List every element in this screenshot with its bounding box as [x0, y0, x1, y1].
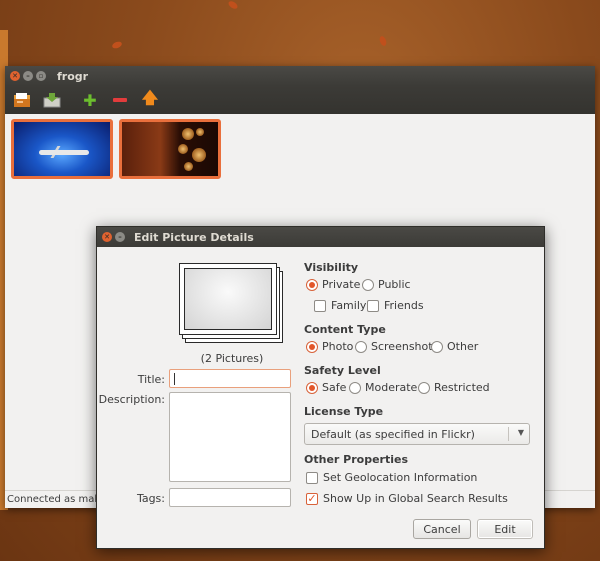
maximize-icon[interactable]: ▫: [36, 71, 46, 81]
close-icon[interactable]: ✕: [10, 71, 20, 81]
window-title: frogr: [57, 69, 89, 83]
description-textarea[interactable]: [169, 392, 291, 482]
upload-icon[interactable]: [41, 89, 63, 111]
arrow-up-icon[interactable]: 🡅: [139, 88, 161, 111]
safety-restricted-radio[interactable]: Restricted: [418, 381, 490, 394]
radio-selected-icon: [306, 278, 318, 291]
global-search-checkbox[interactable]: Show Up in Global Search Results: [306, 492, 508, 505]
radio-icon: [362, 278, 374, 291]
picture-thumbnails: [11, 119, 227, 179]
title-field[interactable]: [169, 369, 291, 388]
safety-level-heading: Safety Level: [304, 364, 381, 377]
content-type-heading: Content Type: [304, 323, 386, 336]
license-type-dropdown[interactable]: Default (as specified in Flickr) ▼: [304, 423, 530, 445]
content-other-radio[interactable]: Other: [431, 340, 478, 353]
chevron-down-icon: ▼: [517, 428, 524, 437]
wallpaper-leaf: [378, 35, 388, 47]
license-type-heading: License Type: [304, 405, 384, 418]
content-screenshot-radio[interactable]: Screenshot: [355, 340, 433, 353]
frogr-toolbar: ✚ 🡅: [5, 86, 595, 114]
pictures-count-label: (2 Pictures): [200, 352, 264, 365]
frogr-titlebar[interactable]: ✕ – ▫ frogr: [5, 66, 595, 86]
checkbox-icon: [306, 471, 318, 484]
radio-selected-icon: [306, 340, 318, 353]
radio-icon: [349, 381, 361, 394]
visibility-public-radio[interactable]: Public: [362, 278, 411, 291]
safety-moderate-radio[interactable]: Moderate: [349, 381, 417, 394]
visibility-private-radio[interactable]: Private: [306, 278, 360, 291]
checkbox-icon: [367, 299, 379, 312]
dialog-title: Edit Picture Details: [134, 230, 254, 244]
visibility-family-checkbox[interactable]: Family: [314, 299, 366, 312]
checkbox-checked-icon: [306, 492, 318, 505]
folder-open-icon[interactable]: [11, 89, 33, 111]
picture-thumbnail[interactable]: [119, 119, 221, 179]
safety-safe-radio[interactable]: Safe: [306, 381, 346, 394]
other-properties-heading: Other Properties: [304, 453, 408, 466]
radio-icon: [355, 340, 367, 353]
minimize-icon[interactable]: –: [115, 232, 125, 242]
radio-icon: [431, 340, 443, 353]
wallpaper-leaf: [227, 0, 239, 11]
picture-thumbnail[interactable]: [11, 119, 113, 179]
description-label: Description:: [98, 393, 165, 406]
edit-button[interactable]: Edit: [477, 519, 533, 539]
radio-selected-icon: [306, 381, 318, 394]
wallpaper-leaf: [111, 40, 123, 50]
title-label: Title:: [137, 373, 165, 386]
add-icon[interactable]: ✚: [79, 89, 101, 111]
radio-icon: [418, 381, 430, 394]
text-cursor: [174, 373, 175, 385]
checkbox-icon: [314, 299, 326, 312]
visibility-friends-checkbox[interactable]: Friends: [367, 299, 424, 312]
visibility-heading: Visibility: [304, 261, 359, 274]
content-photo-radio[interactable]: Photo: [306, 340, 353, 353]
tags-label: Tags:: [136, 492, 165, 505]
dialog-titlebar[interactable]: ✕ – Edit Picture Details: [97, 227, 544, 247]
cancel-button[interactable]: Cancel: [413, 519, 471, 539]
close-icon[interactable]: ✕: [102, 232, 112, 242]
tags-field[interactable]: [169, 488, 291, 507]
pictures-preview: [179, 263, 283, 343]
minimize-icon[interactable]: –: [23, 71, 33, 81]
edit-picture-details-dialog: ✕ – Edit Picture Details (2 Pictures) Ti…: [96, 226, 545, 549]
geolocation-checkbox[interactable]: Set Geolocation Information: [306, 471, 477, 484]
remove-icon[interactable]: [109, 89, 131, 111]
